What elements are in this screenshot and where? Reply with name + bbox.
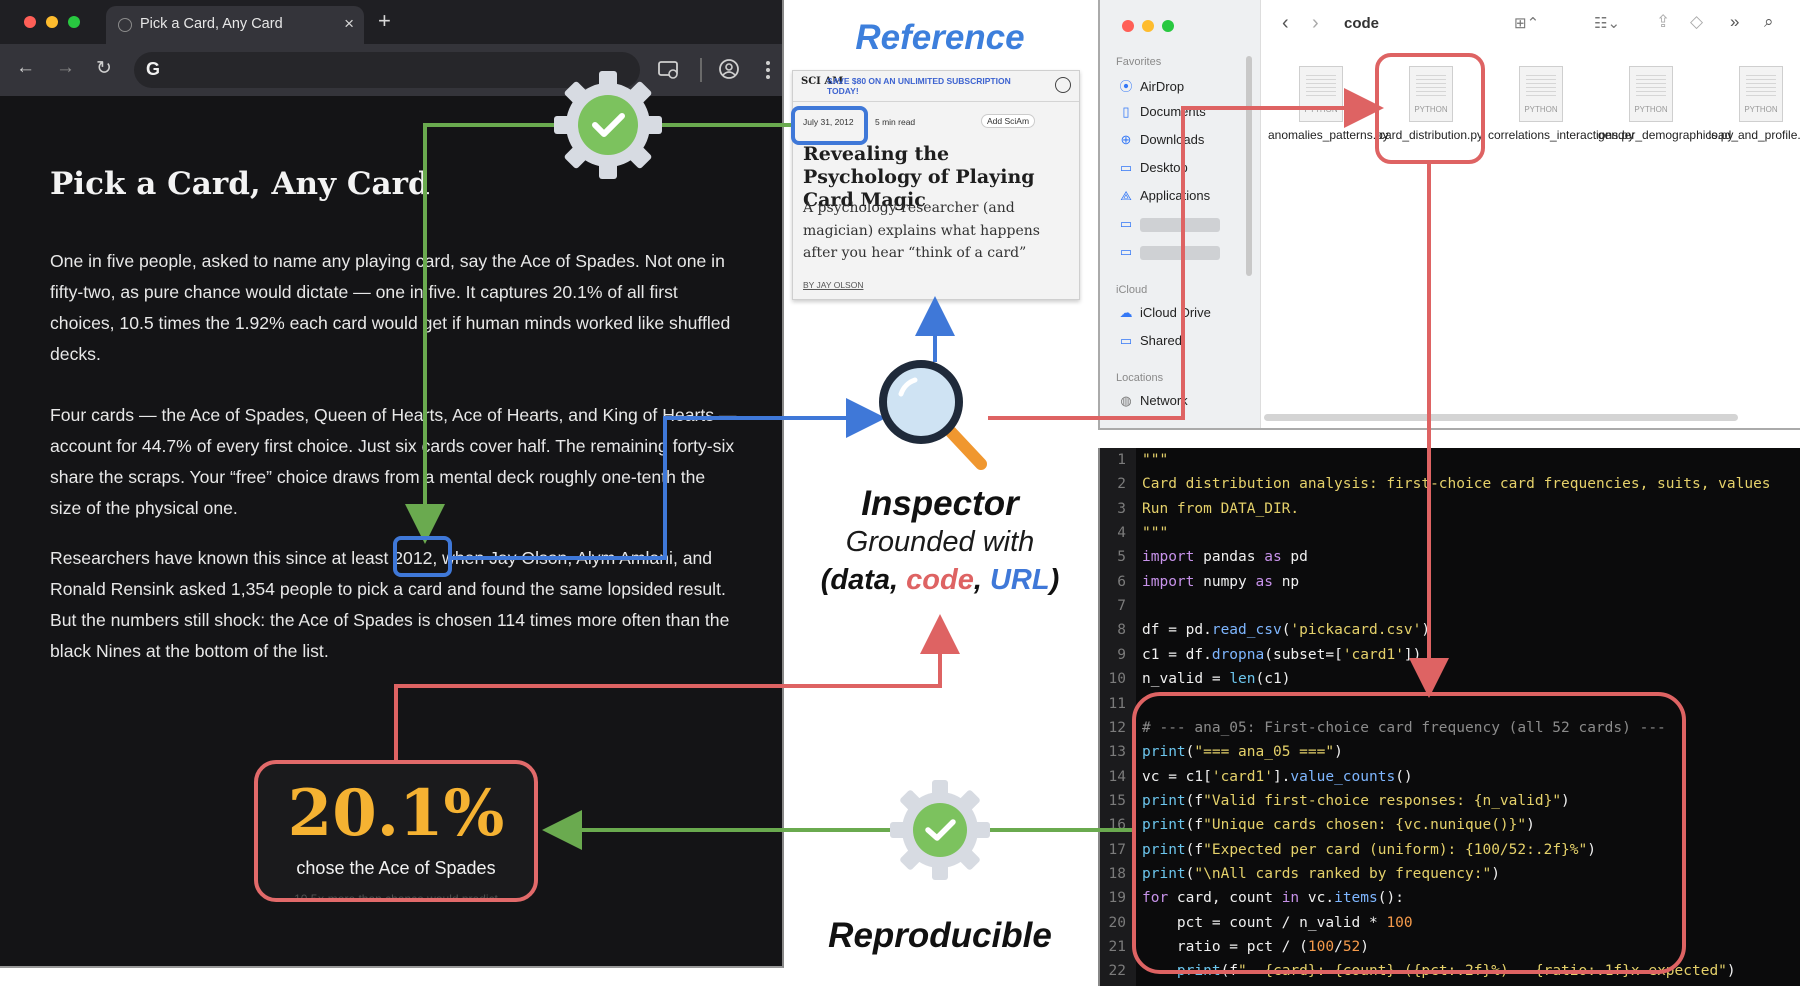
magnifier-icon bbox=[879, 360, 987, 470]
red-claim-arrow bbox=[394, 614, 960, 760]
flow-overlay bbox=[393, 53, 1686, 974]
blue-url-arrow bbox=[450, 398, 886, 560]
verified-gear-icon-bottom bbox=[890, 780, 990, 880]
file-highlight bbox=[1375, 53, 1485, 164]
green-verify-line bbox=[405, 123, 792, 544]
red-finder-arrow bbox=[988, 88, 1384, 420]
verified-gear-icon-top bbox=[554, 71, 662, 179]
date-highlight bbox=[791, 106, 868, 145]
code-block-highlight bbox=[1132, 692, 1686, 974]
year-highlight bbox=[393, 536, 452, 577]
